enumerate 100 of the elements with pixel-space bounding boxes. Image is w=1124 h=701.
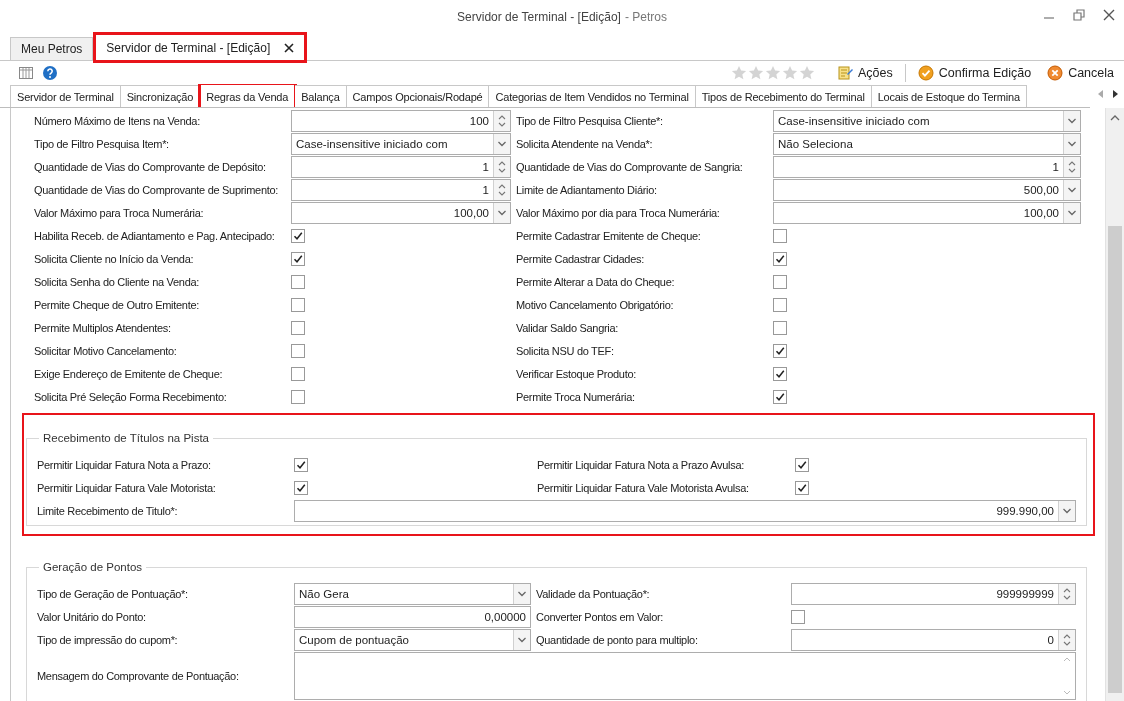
- field-label: Quantidade de Vias do Comprovante de Sangria:: [516, 159, 744, 175]
- checkbox[interactable]: [294, 480, 308, 495]
- field-label: Mensagem do Comprovante de Pontuação:: [37, 669, 240, 684]
- checkbox[interactable]: [291, 274, 305, 289]
- scrollbar[interactable]: [1105, 108, 1124, 701]
- checkbox[interactable]: [773, 389, 787, 404]
- checkbox[interactable]: [791, 609, 805, 624]
- document-tab[interactable]: Meu Petros: [10, 37, 94, 60]
- dropdown[interactable]: Não Seleciona: [773, 132, 1081, 155]
- app-name: - Petros: [624, 9, 667, 24]
- spin-arrows-icon[interactable]: [1063, 156, 1080, 177]
- number-spinner[interactable]: 1: [291, 155, 511, 178]
- dropdown[interactable]: 500,00: [773, 178, 1081, 201]
- checkbox[interactable]: [773, 297, 787, 312]
- checkbox[interactable]: [773, 320, 787, 335]
- number-field[interactable]: 0,00000: [294, 605, 531, 628]
- dropdown[interactable]: 100,00: [291, 201, 511, 224]
- field-label: Tipo de Filtro Pesquisa Cliente*:: [516, 113, 664, 129]
- tab[interactable]: Balança: [295, 85, 347, 107]
- tab[interactable]: Servidor de Terminal: [10, 85, 121, 107]
- restore-icon[interactable]: [1072, 8, 1086, 22]
- tab[interactable]: Campos Opcionais/Rodapé: [346, 85, 490, 107]
- checkbox[interactable]: [291, 297, 305, 312]
- checkbox[interactable]: [773, 251, 787, 266]
- number-spinner[interactable]: 100: [291, 109, 511, 132]
- checkbox[interactable]: [291, 251, 305, 266]
- confirm-button[interactable]: Confirma Edição: [913, 64, 1036, 81]
- checkbox[interactable]: [773, 228, 787, 243]
- field-label: Valor Máximo para Troca Numerária:: [34, 205, 205, 221]
- tab[interactable]: Regras da Venda: [200, 84, 296, 107]
- window-title: Servidor de Terminal - [Edição]: [457, 9, 621, 24]
- star-rating[interactable]: [730, 64, 815, 81]
- field-label: Limite Recebimento de Titulo*:: [37, 503, 179, 519]
- cancel-button[interactable]: Cancela: [1043, 64, 1118, 81]
- help-icon[interactable]: [42, 64, 58, 81]
- star-icon[interactable]: [747, 64, 764, 81]
- checkbox[interactable]: [291, 366, 305, 381]
- field-label: Tipo de impressão do cupom*:: [37, 632, 179, 648]
- columns-icon[interactable]: [18, 64, 34, 81]
- field-label: Converter Pontos em Valor:: [536, 609, 665, 625]
- number-spinner[interactable]: 1: [291, 178, 511, 201]
- field-label: Permitir Liquidar Fatura Vale Motorista:: [37, 480, 217, 496]
- tab[interactable]: Categorias de Item Vendidos no Terminal: [489, 85, 696, 107]
- checkbox[interactable]: [294, 457, 308, 472]
- checkbox[interactable]: [291, 320, 305, 335]
- number-spinner[interactable]: 0: [791, 628, 1076, 651]
- close-icon[interactable]: [1102, 8, 1116, 22]
- number-spinner[interactable]: 1: [773, 155, 1081, 178]
- field-label: Verificar Estoque Produto:: [516, 366, 637, 382]
- tab[interactable]: Locais de Estoque do Termina: [871, 85, 1027, 107]
- field-label: Permite Troca Numerária:: [516, 389, 636, 405]
- spin-arrows-icon[interactable]: [493, 179, 510, 200]
- tab[interactable]: Sincronização: [120, 85, 201, 107]
- actions-menu[interactable]: Ações: [832, 64, 897, 81]
- dropdown[interactable]: Cupom de pontuação: [294, 628, 531, 651]
- checkbox[interactable]: [795, 457, 809, 472]
- field-label: Exige Endereço de Emitente de Cheque:: [34, 366, 224, 382]
- scroll-right-icon[interactable]: [1112, 89, 1118, 98]
- checkbox[interactable]: [291, 389, 305, 404]
- dropdown[interactable]: Case-insensitive iniciado com: [773, 109, 1081, 132]
- field-label: Solicita Pré Seleção Forma Recebimento:: [34, 389, 228, 405]
- field-label: Valor Unitário do Ponto:: [37, 609, 147, 625]
- checkbox[interactable]: [773, 274, 787, 289]
- star-icon[interactable]: [781, 64, 798, 81]
- spin-arrows-icon[interactable]: [493, 156, 510, 177]
- cancel-circle-icon: [1047, 64, 1064, 81]
- field-label: Permite Cadastrar Cidades:: [516, 251, 645, 267]
- scroll-left-icon[interactable]: [1098, 89, 1104, 98]
- dropdown[interactable]: 100,00: [773, 201, 1081, 224]
- spin-arrows-icon[interactable]: [493, 110, 510, 131]
- field-label: Solicita Cliente no Início da Venda:: [34, 251, 195, 267]
- dropdown[interactable]: 999.990,00: [294, 499, 1076, 522]
- group-title: Recebimento de Títulos na Pista: [42, 432, 210, 444]
- close-icon[interactable]: [284, 43, 295, 53]
- checkbox[interactable]: [795, 480, 809, 495]
- dropdown[interactable]: Não Gera: [294, 582, 531, 605]
- checkbox[interactable]: [291, 228, 305, 243]
- checkbox[interactable]: [773, 366, 787, 381]
- star-icon[interactable]: [798, 64, 815, 81]
- field-label: Tipo de Geração de Pontuação*:: [37, 586, 189, 602]
- checkbox[interactable]: [773, 343, 787, 358]
- star-icon[interactable]: [730, 64, 747, 81]
- field-label: Solicita Senha do Cliente na Venda:: [34, 274, 201, 290]
- field-label: Habilita Receb. de Adiantamento e Pag. Antecipado:: [34, 228, 276, 244]
- dropdown[interactable]: Case-insensitive iniciado com: [291, 132, 511, 155]
- field-label: Permitir Liquidar Fatura Vale Motorista Avulsa:: [537, 480, 750, 496]
- tab[interactable]: Tipos de Recebimento do Terminal: [695, 85, 872, 107]
- document-tab[interactable]: Servidor de Terminal - [Edição]: [95, 34, 306, 61]
- field-label: Tipo de Filtro Pesquisa Item*:: [34, 136, 170, 152]
- spin-arrows-icon[interactable]: [1058, 629, 1075, 650]
- field-label: Permitir Liquidar Fatura Nota a Prazo Avulsa:: [537, 457, 745, 473]
- checkbox[interactable]: [291, 343, 305, 358]
- field-label: Solicita Atendente na Venda*:: [516, 136, 654, 152]
- spin-arrows-icon[interactable]: [1058, 583, 1075, 604]
- star-icon[interactable]: [764, 64, 781, 81]
- number-spinner[interactable]: 999999999: [791, 582, 1076, 605]
- group-title: Geração de Pontos: [42, 561, 144, 573]
- field-label: Quantidade de Vias do Comprovante de Suprimento:: [34, 182, 280, 198]
- field-label: Permitir Liquidar Fatura Nota a Prazo:: [37, 457, 212, 473]
- scroll-thumb[interactable]: [1108, 226, 1122, 693]
